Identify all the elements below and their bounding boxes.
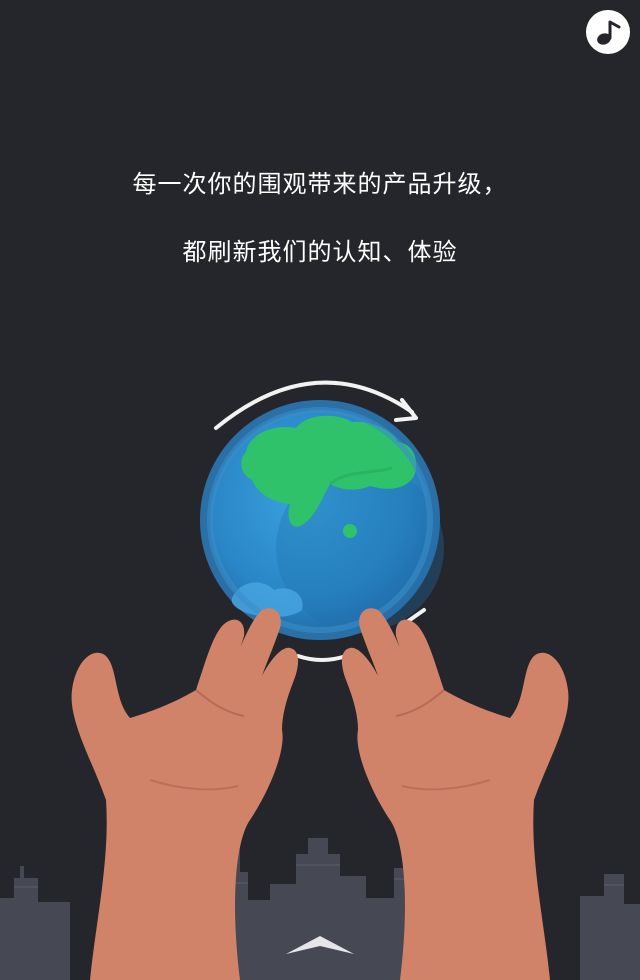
illustration-scene (0, 380, 640, 980)
globe-illustration (200, 400, 444, 640)
slogan-line-1: 每一次你的围观带来的产品升级， (132, 170, 508, 198)
music-note-icon (597, 20, 621, 45)
music-toggle-button[interactable] (586, 10, 630, 54)
slogan-line-2: 都刷新我们的认知、体验 (182, 238, 458, 266)
chevron-up-icon[interactable] (280, 926, 360, 962)
intro-page: 每一次你的围观带来的产品升级， 都刷新我们的认知、体验 (0, 0, 640, 980)
